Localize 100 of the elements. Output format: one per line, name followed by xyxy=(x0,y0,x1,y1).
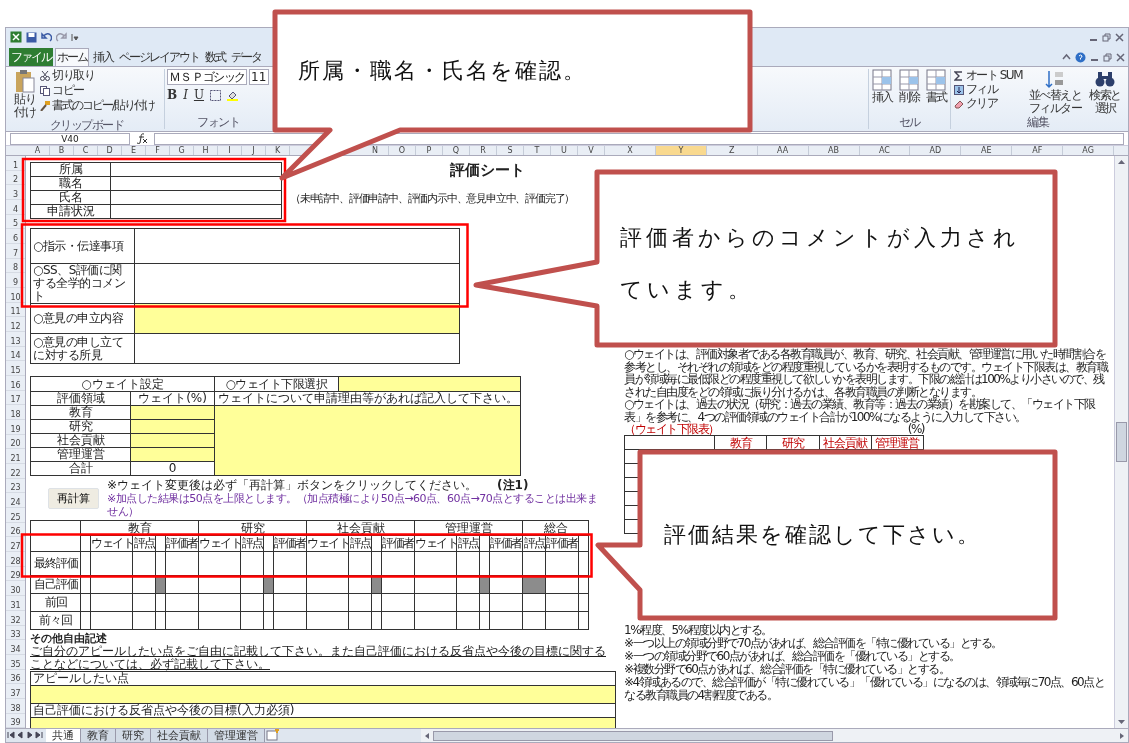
clear-button[interactable]: クリア xyxy=(953,97,1022,110)
sheet-tab[interactable]: 研究 xyxy=(116,729,151,742)
row-header: 8 xyxy=(6,258,25,274)
save-icon[interactable] xyxy=(26,31,37,43)
note-text: ※加点した結果は50点を上限とします。（加点積極により50点→60点、60点→70点とすることは出来ません） xyxy=(107,492,599,518)
ribbon-tab[interactable]: 数式 xyxy=(203,48,227,66)
sheet-tab[interactable]: 管理運営 xyxy=(208,729,265,742)
ribbon-tab[interactable]: ホーム xyxy=(55,48,89,66)
row-header: 19 xyxy=(6,420,25,435)
ribbon-collapse-icon[interactable] xyxy=(1062,52,1071,62)
scroll-thumb[interactable] xyxy=(1116,422,1127,462)
cell-command-button[interactable]: 削除 xyxy=(898,69,920,116)
close-icon[interactable] xyxy=(1116,52,1125,62)
restore-icon[interactable] xyxy=(1102,32,1111,42)
row-label: 社会貢献 xyxy=(30,433,131,448)
function-icon[interactable] xyxy=(136,133,148,144)
cell-command-button[interactable]: 挿入 xyxy=(871,69,893,116)
row-header: 20 xyxy=(6,434,25,450)
row-header: 38 xyxy=(6,698,25,714)
note-mark: (注1) xyxy=(497,479,529,492)
table-title: （ウェイト下限表） xyxy=(624,423,719,435)
field-label: 氏名 xyxy=(30,190,111,205)
name-box[interactable]: V40 xyxy=(10,132,130,145)
row-header: 9 xyxy=(6,273,25,289)
ribbon-tab[interactable]: 挿入 xyxy=(91,48,115,66)
font-size-field[interactable]: 11 xyxy=(249,69,269,85)
column-header: AD xyxy=(910,146,962,155)
row-label: 前回 xyxy=(30,593,81,612)
column-heading: 評点 xyxy=(522,535,546,552)
undo-icon[interactable] xyxy=(41,31,52,43)
row-header: 12 xyxy=(6,317,25,333)
column-heading: 評点 xyxy=(132,535,156,552)
column-header: D xyxy=(98,146,122,155)
cut-button[interactable]: 切り取り xyxy=(40,69,155,82)
recalculate-button[interactable]: 再計算 xyxy=(48,488,99,509)
field-label: 職名 xyxy=(30,176,111,191)
column-heading: ウェイトについて申請理由等があれば記入して下さい。 xyxy=(214,391,521,406)
group-label: クリップボード xyxy=(48,119,125,132)
row-header: 5 xyxy=(6,214,25,230)
sheet-navigation-icon[interactable] xyxy=(6,729,46,741)
sort-filter-button[interactable]: 並べ替えとフィルター xyxy=(1027,69,1083,116)
sheet-tab[interactable]: 共通 xyxy=(46,729,81,742)
fill-button[interactable]: フィル xyxy=(953,83,1022,96)
group-heading: 教育 xyxy=(80,520,199,536)
borders-icon[interactable] xyxy=(210,90,222,101)
column-header: O xyxy=(389,146,416,155)
column-header: AA xyxy=(757,146,809,155)
row-header: 32 xyxy=(6,610,25,626)
row-header: 29 xyxy=(6,566,25,582)
find-select-button[interactable]: 検索と選択 xyxy=(1088,69,1122,116)
ribbon-tab[interactable]: ページレイアウト xyxy=(117,48,201,66)
row-header: 37 xyxy=(6,684,25,699)
column-header: AG xyxy=(1063,146,1115,155)
column-header: AB xyxy=(808,146,860,155)
field-label: 所属 xyxy=(30,162,111,177)
format-painter-button[interactable]: 書式のコピー/貼り付け xyxy=(40,99,155,112)
guidance-paragraph: ○ウェイトは、過去の状況（研究：過去の業績、教育等：過去の業績）を勘案して、「ウェイト下限表」を参考に、4つの評価領域のウェイト合計が100%になるように入力して下さい。 xyxy=(624,398,1097,423)
autosum-button[interactable]: オート SUM xyxy=(953,69,1022,82)
sheet-tab[interactable]: 社会貢献 xyxy=(151,729,208,742)
restore-icon[interactable] xyxy=(1103,52,1112,62)
sheet-tab[interactable]: 教育 xyxy=(81,729,116,742)
clipboard-icon xyxy=(14,69,35,93)
format-button[interactable]: U xyxy=(193,89,205,102)
customize-caret-icon[interactable] xyxy=(71,31,79,43)
callout-text: 評価結果を確認して下さい。 xyxy=(664,521,982,549)
column-header: T xyxy=(524,146,551,155)
close-icon[interactable] xyxy=(1115,32,1124,42)
note-line: ※一つ以上の領域分野で70点があれば、総合評価を「特に優れている」とする。 xyxy=(624,637,1003,650)
format-button[interactable]: I xyxy=(183,89,188,102)
row-header: 13 xyxy=(6,332,25,347)
note-line: ※一つの領域分野で60点があれば、総合評価を「優れている」とする。 xyxy=(624,650,961,663)
column-heading: 評点 xyxy=(348,535,372,552)
font-name-field[interactable]: ＭＳ Ｐゴシック xyxy=(167,69,247,85)
help-icon[interactable] xyxy=(1075,51,1086,63)
fill-color-icon[interactable] xyxy=(227,90,239,101)
column-header: B xyxy=(50,146,74,155)
row-header: 22 xyxy=(6,464,25,479)
row-label: 研究 xyxy=(30,419,131,434)
column-header: AC xyxy=(859,146,911,155)
ribbon-tab[interactable]: ファイル xyxy=(9,48,53,66)
column-heading: 評価者 xyxy=(165,535,199,552)
format-button[interactable]: B xyxy=(167,89,178,102)
group-heading: 社会貢献 xyxy=(306,520,415,536)
field-label: ○指示・伝達事項 xyxy=(30,228,135,264)
cell-command-button[interactable]: 書式 xyxy=(925,69,947,116)
column-header: G xyxy=(170,146,194,155)
unit-label: (%) xyxy=(907,423,924,435)
row-label: 管理運営 xyxy=(30,447,131,462)
row-header: 26 xyxy=(6,522,25,538)
column-header: A xyxy=(26,146,50,155)
ribbon-tab[interactable]: データ xyxy=(229,48,263,66)
copy-button[interactable]: コピー xyxy=(40,84,155,97)
row-header: 31 xyxy=(6,596,25,611)
scroll-thumb[interactable] xyxy=(433,730,833,741)
column-header: J xyxy=(242,146,266,155)
row-header: 30 xyxy=(6,581,25,597)
paste-button[interactable]: 貼り付け xyxy=(12,69,37,119)
field-label: ○意見の申立内容 xyxy=(30,303,135,334)
note-line: なる教育職員の4割程度である。 xyxy=(624,689,779,702)
column-heading: ウェイト xyxy=(306,535,349,552)
